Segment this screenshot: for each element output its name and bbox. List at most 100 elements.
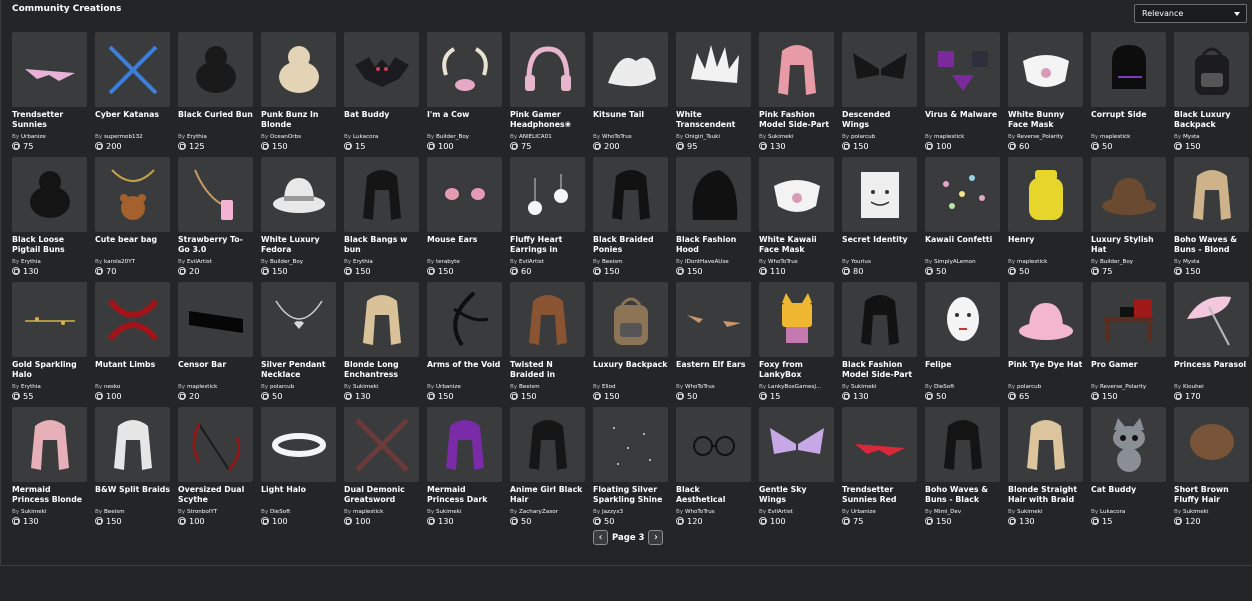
creator-name-link[interactable]: Erythia: [21, 259, 41, 265]
catalog-item-card[interactable]: Virus & Malware By maplestick 100: [925, 32, 1000, 151]
catalog-item-card[interactable]: Princess Parasol By Kiouhei 170: [1174, 282, 1249, 401]
item-name[interactable]: White Bunny Face Mask: [1008, 110, 1083, 131]
item-thumbnail[interactable]: [842, 282, 917, 357]
item-name[interactable]: Kawaii Confetti: [925, 235, 1000, 256]
item-thumbnail[interactable]: [261, 407, 336, 482]
item-name[interactable]: Henry: [1008, 235, 1083, 256]
item-name[interactable]: Black Curled Bun: [178, 110, 253, 131]
creator-name-link[interactable]: maplestick: [187, 384, 217, 390]
creator-name-link[interactable]: Lukacora: [353, 134, 378, 140]
catalog-item-card[interactable]: Luxury Stylish Hat By Builder_Boy 75: [1091, 157, 1166, 276]
item-name[interactable]: Secret Identity: [842, 235, 917, 256]
creator-name-link[interactable]: Builder_Boy: [270, 259, 303, 265]
item-name[interactable]: Anime Girl Black Hair: [510, 485, 585, 506]
catalog-item-card[interactable]: Short Brown Fluffy Hair By Sukimeki 120: [1174, 407, 1249, 526]
catalog-item-card[interactable]: Mutant Limbs By nesko 100: [95, 282, 170, 401]
item-name[interactable]: Virus & Malware: [925, 110, 1000, 131]
catalog-item-card[interactable]: Black Braided Ponies By Beeism 150: [593, 157, 668, 276]
item-name[interactable]: Black Bangs w bun: [344, 235, 419, 256]
catalog-item-card[interactable]: Censor Bar By maplestick 20: [178, 282, 253, 401]
catalog-item-card[interactable]: Arms of the Void By Urbanize 150: [427, 282, 502, 401]
catalog-item-card[interactable]: Black Fashion Hood By IDontHaveAUse 150: [676, 157, 751, 276]
creator-name-link[interactable]: polarcub: [1017, 384, 1041, 390]
catalog-item-card[interactable]: Twisted N Braided in By Beeism 150: [510, 282, 585, 401]
prev-page-button[interactable]: ‹: [593, 530, 608, 545]
item-name[interactable]: Gold Sparkling Halo: [12, 360, 87, 381]
item-thumbnail[interactable]: [510, 32, 585, 107]
item-name[interactable]: Blonde Straight Hair with Braid: [1008, 485, 1083, 506]
item-name[interactable]: Mutant Limbs: [95, 360, 170, 381]
item-thumbnail[interactable]: [1091, 157, 1166, 232]
item-name[interactable]: Gentle Sky Wings: [759, 485, 834, 506]
item-thumbnail[interactable]: [759, 32, 834, 107]
catalog-item-card[interactable]: Secret Identity By Yourius 80: [842, 157, 917, 276]
item-name[interactable]: I'm a Cow: [427, 110, 502, 131]
catalog-item-card[interactable]: Cyber Katanas By supermob132 200: [95, 32, 170, 151]
item-thumbnail[interactable]: [95, 407, 170, 482]
item-thumbnail[interactable]: [1174, 32, 1249, 107]
item-name[interactable]: Pink Fashion Model Side-Part: [759, 110, 834, 131]
creator-name-link[interactable]: Mysta: [1183, 259, 1200, 265]
catalog-item-card[interactable]: Gentle Sky Wings By EvilArtist 100: [759, 407, 834, 526]
catalog-item-card[interactable]: Bat Buddy By Lukacora 15: [344, 32, 419, 151]
creator-name-link[interactable]: Builder_Boy: [1100, 259, 1133, 265]
item-name[interactable]: Pink Tye Dye Hat: [1008, 360, 1083, 381]
creator-name-link[interactable]: Reverse_Polarity: [1100, 384, 1146, 390]
catalog-item-card[interactable]: Henry By maplestick 50: [1008, 157, 1083, 276]
creator-name-link[interactable]: maplestick: [1100, 134, 1130, 140]
catalog-item-card[interactable]: Boho Waves & Buns - Blond By Mysta 150: [1174, 157, 1249, 276]
catalog-item-card[interactable]: Cat Buddy By Lukacora 15: [1091, 407, 1166, 526]
item-name[interactable]: Cute bear bag: [95, 235, 170, 256]
creator-name-link[interactable]: Erythia: [21, 384, 41, 390]
catalog-item-card[interactable]: Mermaid Princess Dark Purple Hair By Suki…: [427, 407, 502, 526]
catalog-item-card[interactable]: Felipe By DieSoft 50: [925, 282, 1000, 401]
creator-name-link[interactable]: WhoToTrus: [685, 384, 715, 390]
item-thumbnail[interactable]: [1174, 282, 1249, 357]
item-thumbnail[interactable]: [676, 407, 751, 482]
catalog-item-card[interactable]: Pink Gamer Headphones❀ By ANIELICA01 75: [510, 32, 585, 151]
item-name[interactable]: Foxy from LankyBox: [759, 360, 834, 381]
creator-name-link[interactable]: Mimi_Dev: [934, 509, 961, 515]
item-name[interactable]: Light Halo: [261, 485, 336, 506]
item-name[interactable]: Black Fashion Model Side-Part: [842, 360, 917, 381]
item-thumbnail[interactable]: [1008, 157, 1083, 232]
item-thumbnail[interactable]: [427, 407, 502, 482]
creator-name-link[interactable]: polarcub: [851, 134, 875, 140]
catalog-item-card[interactable]: Black Aesthetical Glasses By WhoToTrus120: [676, 407, 751, 526]
creator-name-link[interactable]: Ellod: [602, 384, 616, 390]
item-thumbnail[interactable]: [261, 282, 336, 357]
item-name[interactable]: B&W Split Braids: [95, 485, 170, 506]
catalog-item-card[interactable]: Trendsetter Sunnies Red By Urbanize 75: [842, 407, 917, 526]
creator-name-link[interactable]: Urbanize: [436, 384, 461, 390]
item-name[interactable]: Punk Bunz In Blonde: [261, 110, 336, 131]
item-thumbnail[interactable]: [1008, 407, 1083, 482]
catalog-item-card[interactable]: Eastern Elf Ears By WhoToTrus 50: [676, 282, 751, 401]
creator-name-link[interactable]: karola20YT: [104, 259, 135, 265]
item-thumbnail[interactable]: [593, 282, 668, 357]
creator-name-link[interactable]: StronbolYT: [187, 509, 217, 515]
item-thumbnail[interactable]: [842, 407, 917, 482]
next-page-button[interactable]: ›: [648, 530, 664, 545]
creator-name-link[interactable]: Reverse_Polarity: [1017, 134, 1063, 140]
creator-name-link[interactable]: Beeism: [602, 259, 623, 265]
item-name[interactable]: Oversized Dual Scythe: [178, 485, 253, 506]
item-name[interactable]: Luxury Stylish Hat: [1091, 235, 1166, 256]
creator-name-link[interactable]: Sukimeki: [21, 509, 47, 515]
catalog-item-card[interactable]: Punk Bunz In Blonde By OceanOrbs 150: [261, 32, 336, 151]
item-name[interactable]: Black Aesthetical Glasses: [676, 485, 751, 506]
creator-name-link[interactable]: Lukacora: [1100, 509, 1125, 515]
item-thumbnail[interactable]: [1091, 407, 1166, 482]
creator-name-link[interactable]: Kiouhei: [1183, 384, 1204, 390]
catalog-item-card[interactable]: Strawberry To-Go 3.0 By EvilArtist 20: [178, 157, 253, 276]
item-thumbnail[interactable]: [593, 157, 668, 232]
catalog-item-card[interactable]: White Kawaii Face Mask By WhoToTrus 110: [759, 157, 834, 276]
creator-name-link[interactable]: Erythia: [353, 259, 373, 265]
item-thumbnail[interactable]: [178, 282, 253, 357]
item-name[interactable]: Mermaid Princess Dark Purple Hair: [427, 485, 502, 506]
catalog-item-card[interactable]: Silver Pendant Necklace By polarcub 50: [261, 282, 336, 401]
creator-name-link[interactable]: Builder_Boy: [436, 134, 469, 140]
creator-name-link[interactable]: maplestick: [353, 509, 383, 515]
item-thumbnail[interactable]: [1091, 32, 1166, 107]
catalog-item-card[interactable]: Mermaid Princess Blonde to Pink By Sukime…: [12, 407, 87, 526]
item-thumbnail[interactable]: [95, 32, 170, 107]
